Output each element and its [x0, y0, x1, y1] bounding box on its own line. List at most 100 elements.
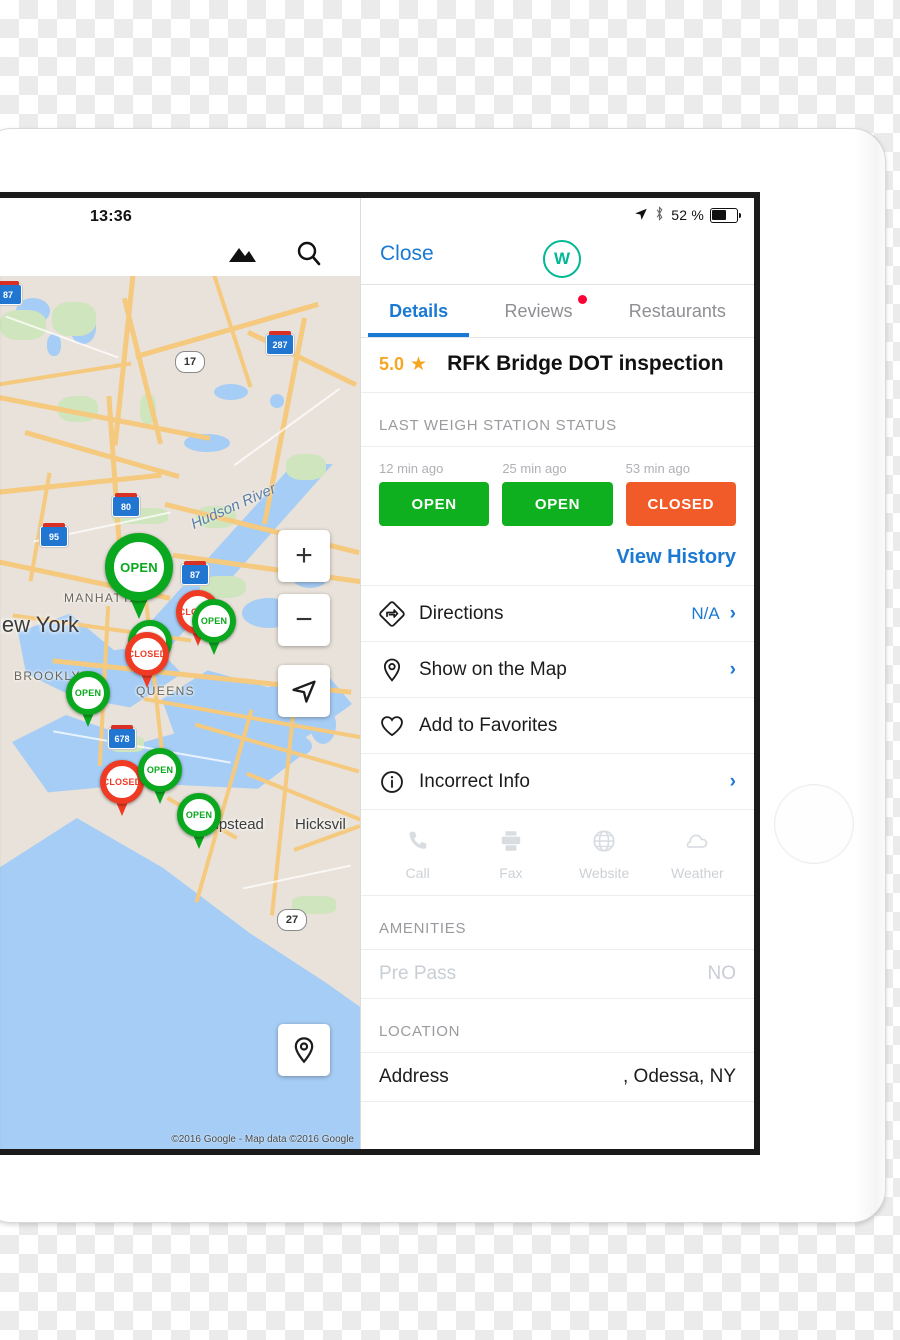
map-pin-icon[interactable] [278, 1024, 330, 1076]
battery-percent: 52 % [671, 207, 704, 223]
location-section-label: LOCATION [361, 999, 754, 1053]
printer-icon [498, 828, 524, 859]
weigh-status-item: 25 min ago OPEN [502, 461, 613, 526]
action-label: Show on the Map [419, 658, 567, 680]
map-pin-open[interactable]: OPEN [105, 533, 173, 619]
quick-action-call: Call [371, 828, 464, 881]
chevron-right-icon: › [729, 770, 736, 792]
map-toolbar: 13:36 [0, 198, 360, 276]
map-pin-open[interactable]: OPEN [177, 793, 221, 849]
map-pin-open[interactable]: OPEN [192, 599, 236, 655]
map-pin-label: OPEN [66, 671, 110, 715]
home-button[interactable] [774, 784, 854, 864]
globe-icon [591, 828, 617, 859]
view-history-link[interactable]: View History [616, 546, 736, 569]
zoom-out-label: − [295, 603, 313, 636]
zoom-in-button[interactable]: + [278, 530, 330, 582]
weigh-status-time: 12 min ago [379, 461, 444, 476]
chevron-right-icon: › [729, 602, 736, 624]
map-pane[interactable]: 13:36 87 287 80 95 87 678 17 27 Hudson R… [0, 198, 361, 1149]
map-label-city: New York [0, 612, 79, 637]
weigh-status-time: 25 min ago [502, 461, 567, 476]
route-marker: 27 [277, 909, 307, 931]
cloud-icon [684, 828, 710, 859]
weigh-status-item: 53 min ago CLOSED [625, 461, 736, 526]
zoom-out-button[interactable]: − [278, 594, 330, 646]
weigh-status-time: 53 min ago [625, 461, 690, 476]
map-pin-open[interactable]: OPEN [66, 671, 110, 727]
amenity-key: Pre Pass [379, 963, 457, 984]
map-pin-label: OPEN [177, 793, 221, 837]
brand-logo: W [543, 240, 581, 278]
map-pin-label: CLOSED [125, 632, 169, 676]
info-icon [379, 769, 419, 795]
action-label: Add to Favorites [419, 714, 558, 736]
map-canvas[interactable]: 87 287 80 95 87 678 17 27 Hudson River M… [0, 276, 360, 1149]
close-button[interactable]: Close [380, 242, 434, 266]
poi-header: 5.0 ★ RFK Bridge DOT inspection [361, 338, 754, 393]
map-pin-label: OPEN [138, 748, 182, 792]
zoom-in-label: + [295, 539, 313, 572]
tab-bar: Details Reviews Restaurants [361, 285, 754, 338]
weigh-status-item: 12 min ago OPEN [379, 461, 490, 526]
app-screen: 13:36 87 287 80 95 87 678 17 27 Hudson R… [0, 192, 760, 1155]
weigh-status-chip[interactable]: OPEN [379, 482, 490, 526]
map-pin-closed[interactable]: CLOSED [125, 632, 169, 688]
action-row-directions[interactable]: Directions N/A › [361, 586, 754, 642]
detail-content[interactable]: 5.0 ★ RFK Bridge DOT inspection LAST WEI… [361, 338, 754, 1149]
highway-shield: 80 [112, 493, 140, 517]
action-label: Incorrect Info [419, 770, 530, 792]
directions-icon [379, 600, 419, 627]
bluetooth-icon [654, 206, 665, 224]
highway-shield: 678 [108, 725, 136, 749]
weigh-status-chip[interactable]: OPEN [502, 482, 613, 526]
star-icon: ★ [410, 353, 428, 375]
poi-rating: 5.0 [379, 353, 405, 374]
heart-icon [379, 713, 419, 739]
navigate-arrow-icon[interactable] [278, 665, 330, 717]
map-attribution: ©2016 Google - Map data ©2016 Google [171, 1134, 354, 1145]
route-marker: 17 [175, 351, 205, 373]
location-value: , Odessa, NY [623, 1066, 736, 1087]
quick-action-label: Weather [671, 865, 724, 881]
status-bar: 52 % [361, 198, 754, 232]
highway-shield: 87 [0, 281, 22, 305]
pin-icon [379, 657, 419, 683]
quick-action-label: Call [405, 865, 430, 881]
location-arrow-icon [634, 207, 648, 224]
location-key: Address [379, 1066, 449, 1087]
quick-action-weather: Weather [651, 828, 744, 881]
detail-navbar: Close W [361, 232, 754, 285]
tab-restaurants-label: Restaurants [628, 300, 726, 321]
action-row-add-to-favorites[interactable]: Add to Favorites [361, 698, 754, 754]
amenity-row: Pre Pass NO [361, 950, 754, 999]
location-row: Address , Odessa, NY [361, 1053, 754, 1102]
tab-reviews-badge-dot [577, 295, 587, 304]
action-row-incorrect-info[interactable]: Incorrect Info › [361, 754, 754, 810]
action-value: N/A [691, 603, 720, 623]
weigh-station-status-strip: 12 min ago OPEN 25 min ago OPEN 53 min a… [361, 447, 754, 536]
terrain-layers-icon[interactable] [225, 238, 259, 268]
quick-action-label: Fax [499, 865, 523, 881]
search-icon[interactable] [292, 238, 326, 268]
tab-reviews-label: Reviews [504, 300, 573, 321]
view-history-row: View History [361, 536, 754, 586]
quick-action-label: Website [578, 865, 630, 881]
amenity-value: NO [707, 963, 737, 984]
chevron-right-icon: › [729, 658, 736, 680]
action-label: Directions [419, 602, 504, 624]
highway-shield: 287 [266, 331, 294, 355]
map-pin-open[interactable]: OPEN [138, 748, 182, 804]
weigh-status-chip[interactable]: CLOSED [625, 482, 736, 526]
detail-pane: 52 % Close W Details Reviews Restaurants… [361, 198, 754, 1149]
map-pin-label: OPEN [105, 533, 173, 601]
highway-shield: 95 [40, 523, 68, 547]
highway-shield: 87 [181, 561, 209, 585]
battery-icon [710, 207, 741, 223]
action-row-show-on-map[interactable]: Show on the Map › [361, 642, 754, 698]
tab-reviews[interactable]: Reviews [476, 285, 600, 337]
amenities-section-label: AMENITIES [361, 896, 754, 950]
tab-details[interactable]: Details [361, 285, 476, 337]
status-clock: 13:36 [90, 208, 132, 225]
tab-restaurants[interactable]: Restaurants [601, 285, 754, 337]
